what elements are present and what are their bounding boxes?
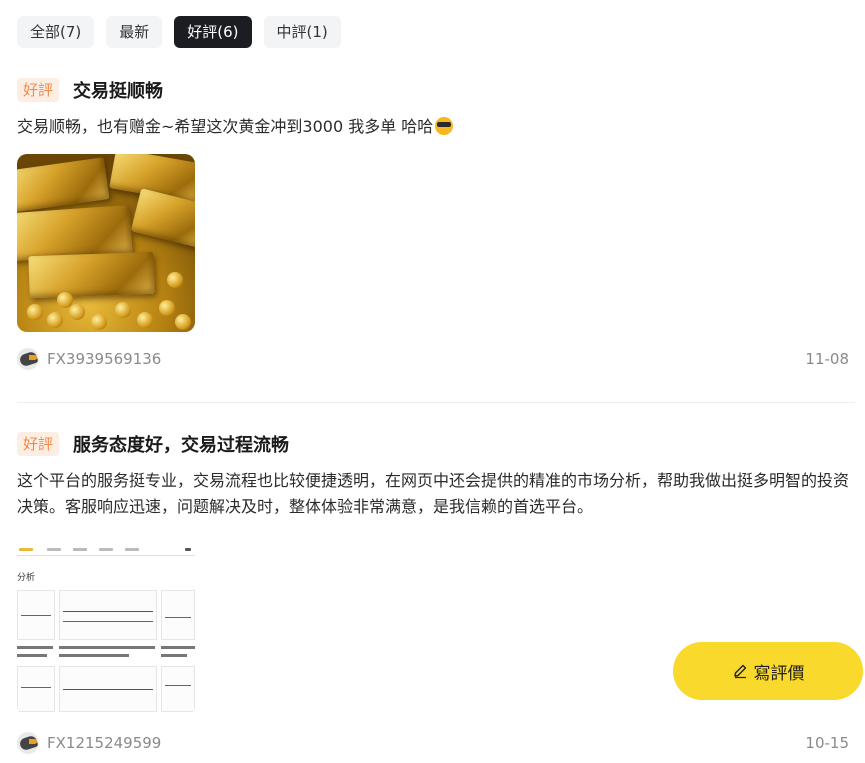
review-meta: FX3939569136 11-08 — [17, 346, 855, 372]
review-image-gold-bars[interactable] — [17, 154, 195, 332]
rating-badge: 好評 — [17, 78, 60, 102]
review-item: 好評 服务态度好，交易过程流畅 这个平台的服务挺专业，交易流程也比较便捷透明，在… — [17, 430, 855, 756]
review-title: 服务态度好，交易过程流畅 — [73, 435, 290, 456]
review-title: 交易挺顺畅 — [73, 81, 164, 102]
write-review-button[interactable]: 寫評價 — [673, 642, 863, 700]
tab-all[interactable]: 全部(7) — [17, 16, 95, 48]
screenshot-nav-bar — [17, 546, 195, 556]
review-text: 这个平台的服务挺专业，交易流程也比较便捷透明，在网页中还会提供的精准的市场分析，… — [17, 471, 850, 516]
review-date: 10-15 — [805, 734, 849, 752]
tab-latest[interactable]: 最新 — [106, 16, 163, 48]
review-date: 11-08 — [805, 350, 849, 368]
sunglasses-emoji-icon — [435, 117, 454, 135]
review-image-market-analysis[interactable]: 分析 — [17, 538, 195, 716]
avatar[interactable] — [17, 732, 39, 754]
rating-badge: 好評 — [17, 432, 60, 456]
username[interactable]: FX1215249599 — [47, 734, 161, 752]
screenshot-label: 分析 — [17, 573, 36, 583]
pen-icon — [733, 664, 746, 679]
divider — [17, 402, 855, 403]
review-header: 好評 交易挺顺畅 — [17, 76, 855, 104]
avatar[interactable] — [17, 348, 39, 370]
review-item: 好評 交易挺顺畅 交易顺畅，也有赠金~希望这次黄金冲到3000 我多单 哈哈 F… — [17, 76, 855, 372]
review-header: 好評 服务态度好，交易过程流畅 — [17, 430, 855, 458]
tab-neutral[interactable]: 中評(1) — [263, 16, 341, 48]
review-text: 交易顺畅，也有赠金~希望这次黄金冲到3000 我多单 哈哈 — [17, 117, 434, 136]
username[interactable]: FX3939569136 — [47, 350, 161, 368]
filter-tabs: 全部(7) 最新 好評(6) 中評(1) — [17, 16, 341, 48]
write-review-label: 寫評價 — [753, 663, 805, 684]
tab-positive[interactable]: 好評(6) — [174, 16, 252, 48]
review-meta: FX1215249599 10-15 — [17, 730, 855, 756]
review-text-block: 交易顺畅，也有赠金~希望这次黄金冲到3000 我多单 哈哈 — [17, 114, 855, 140]
